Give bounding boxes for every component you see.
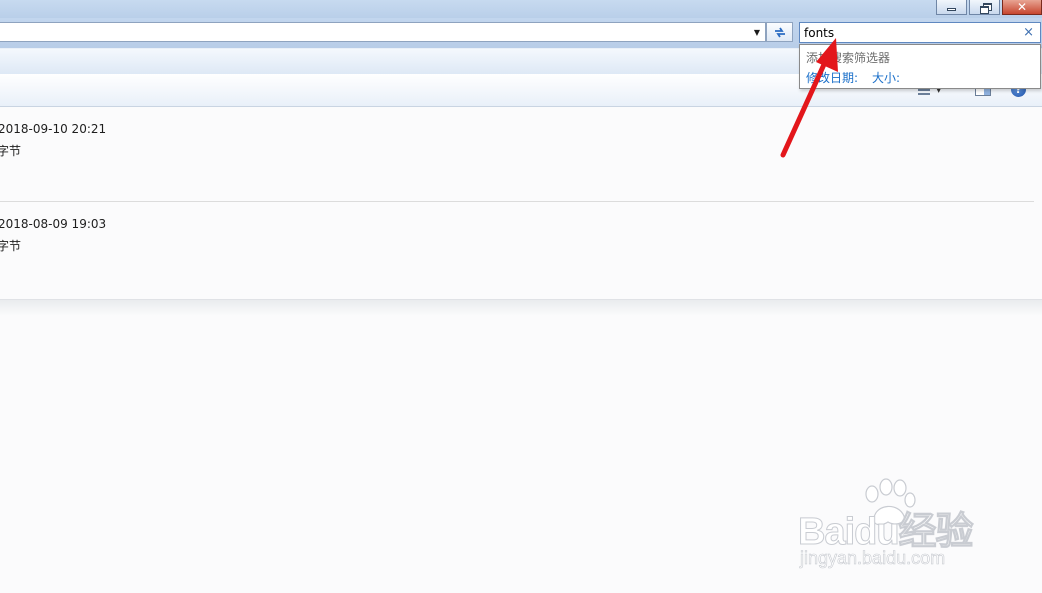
- result-item[interactable]: 2018-08-09 19:03 字节: [0, 202, 1034, 299]
- result-size: 字节: [0, 144, 22, 158]
- watermark: Baidu经验 jingyan.baidu.com: [796, 478, 992, 574]
- address-history-button[interactable]: ▼: [749, 23, 765, 41]
- watermark-brand: Baidu经验: [798, 511, 975, 554]
- result-size: 字节: [0, 239, 22, 253]
- result-modified-date: 2018-08-09 19:03: [0, 217, 107, 231]
- minimize-button[interactable]: [936, 0, 967, 15]
- results-divider: [0, 299, 1042, 316]
- filter-size[interactable]: 大小:: [872, 69, 900, 86]
- window-controls: ✕: [936, 0, 1042, 15]
- result-modified-date: 2018-09-10 20:21: [0, 122, 107, 136]
- title-bar: ✕: [0, 0, 1042, 18]
- minimize-icon: [947, 7, 956, 11]
- restore-icon: [979, 3, 992, 14]
- annotation-arrow-icon: [780, 38, 838, 158]
- watermark-url: jingyan.baidu.com: [800, 548, 946, 569]
- close-button[interactable]: ✕: [1002, 0, 1042, 15]
- clear-search-icon[interactable]: ×: [1023, 24, 1034, 41]
- address-bar[interactable]: ▼: [0, 22, 766, 42]
- chevron-down-icon: ▼: [753, 27, 761, 37]
- result-item[interactable]: 2018-09-10 20:21 字节: [0, 107, 1034, 202]
- restore-button[interactable]: [969, 0, 1000, 15]
- close-icon: ✕: [1016, 0, 1028, 14]
